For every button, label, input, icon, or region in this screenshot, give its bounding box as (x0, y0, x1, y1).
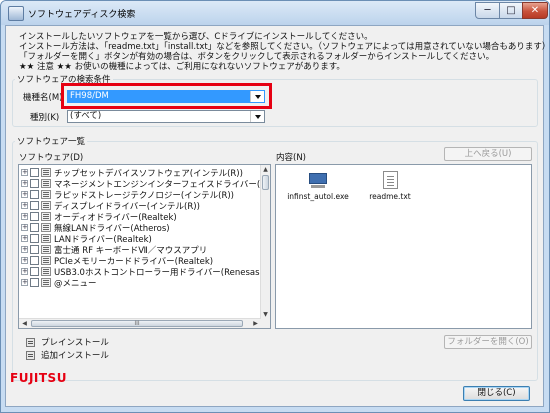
file-name: readme.txt (369, 192, 411, 201)
title-bar[interactable]: ソフトウェアディスク検索 ─ □ ✕ (1, 1, 549, 25)
expand-icon[interactable]: + (21, 279, 28, 286)
minimize-button[interactable]: ─ (475, 2, 500, 19)
dialog-client-area: インストールしたいソフトウェアを一覧から選び、Cドライブにインストールしてくださ… (5, 25, 549, 407)
preinstall-label: プレインストール (41, 338, 109, 348)
item-checkbox[interactable] (30, 278, 39, 287)
text-document-icon (382, 171, 398, 189)
add-install-label: 追加インストール (41, 351, 109, 361)
app-icon (8, 6, 24, 21)
tree-item[interactable]: +USB3.0ホストコントローラー用ドライバー(Renesas Electron… (21, 266, 270, 278)
expand-icon[interactable]: + (21, 169, 28, 176)
chevron-down-icon[interactable] (250, 111, 264, 122)
item-checkbox[interactable] (30, 256, 39, 265)
scroll-left-icon[interactable]: ◀ (21, 320, 28, 327)
installer-icon (307, 171, 329, 189)
scroll-up-icon[interactable]: ▲ (262, 166, 269, 173)
file-item-exe[interactable]: infinst_autol.exe (286, 171, 350, 201)
type-select[interactable]: (すべて) (67, 110, 265, 123)
tree-item-label: @メニュー (54, 278, 97, 289)
vertical-scroll-thumb[interactable] (262, 175, 269, 190)
software-label: ソフトウェア(D) (19, 153, 84, 163)
tree-item[interactable]: + 富士通 RF キーボードⅦ／マウスアプリ (21, 244, 207, 256)
package-icon (41, 190, 51, 199)
scroll-down-icon[interactable]: ▼ (262, 311, 269, 318)
item-checkbox[interactable] (30, 212, 39, 221)
model-label: 機種名(M) (23, 93, 63, 103)
open-folder-button[interactable]: フォルダーを開く(O) (444, 335, 532, 349)
item-checkbox[interactable] (30, 245, 39, 254)
expand-icon[interactable]: + (21, 246, 28, 253)
tree-item[interactable]: + 無線LANドライバー(Atheros) (21, 222, 170, 234)
tree-item[interactable]: + LANドライバー(Realtek) (21, 233, 152, 245)
package-icon (41, 168, 51, 177)
highlight-box (61, 83, 272, 109)
expand-icon[interactable]: + (21, 224, 28, 231)
app-window: ソフトウェアディスク検索 ─ □ ✕ インストールしたいソフトウェアを一覧から選… (0, 0, 550, 413)
package-icon (41, 234, 51, 243)
contents-panel[interactable]: infinst_autol.exe readme.txt (275, 164, 532, 329)
add-install-icon (26, 350, 35, 360)
software-list-title: ソフトウェア一覧 (15, 135, 88, 147)
item-checkbox[interactable] (30, 223, 39, 232)
file-item-readme[interactable]: readme.txt (358, 171, 422, 201)
package-icon (41, 201, 51, 210)
package-icon (41, 256, 51, 265)
tree-item[interactable]: + オーディオドライバー(Realtek) (21, 211, 177, 223)
up-back-button[interactable]: 上へ戻る(U) (444, 147, 532, 161)
instruction-line-4: ★★ 注意 ★★ お使いの機種によっては、ご利用になれないソフトウェアがあります… (19, 62, 345, 72)
package-icon (41, 223, 51, 232)
tree-item[interactable]: + ディスプレイドライバー(インテル(R)) (21, 200, 200, 212)
item-checkbox[interactable] (30, 168, 39, 177)
add-install-option[interactable]: 追加インストール (26, 349, 109, 361)
fujitsu-logo: FUJITSU (10, 371, 67, 385)
close-window-button[interactable]: ✕ (522, 2, 548, 19)
maximize-button[interactable]: □ (499, 2, 523, 19)
horizontal-scroll-thumb[interactable]: III (31, 320, 243, 327)
expand-icon[interactable]: + (21, 191, 28, 198)
package-icon (41, 267, 51, 276)
expand-icon[interactable]: + (21, 180, 28, 187)
preinstall-icon (26, 337, 35, 347)
scroll-corner (261, 319, 270, 328)
window-title: ソフトウェアディスク検索 (28, 10, 136, 20)
file-name: infinst_autol.exe (287, 192, 349, 201)
item-checkbox[interactable] (30, 179, 39, 188)
software-tree[interactable]: + チップセットデバイスソフトウェア(インテル(R)) + マネージメントエンジンイ… (18, 164, 271, 329)
expand-icon[interactable]: + (21, 257, 28, 264)
item-checkbox[interactable] (30, 201, 39, 210)
expand-icon[interactable]: + (21, 268, 28, 275)
tree-item[interactable]: + PCIeメモリーカードドライバー(Realtek) (21, 255, 213, 267)
item-checkbox[interactable] (30, 190, 39, 199)
package-icon (41, 212, 51, 221)
tree-item[interactable]: + @メニュー (21, 277, 97, 289)
package-icon (41, 245, 51, 254)
tree-item[interactable]: + チップセットデバイスソフトウェア(インテル(R)) (21, 167, 243, 179)
scroll-right-icon[interactable]: ▶ (252, 320, 259, 327)
tree-horizontal-scrollbar[interactable]: ◀ III ▶ (19, 318, 261, 328)
expand-icon[interactable]: + (21, 213, 28, 220)
close-button[interactable]: 閉じる(C) (463, 386, 530, 401)
type-select-value: (すべて) (70, 111, 102, 121)
contents-label: 内容(N) (276, 153, 306, 163)
tree-vertical-scrollbar[interactable]: ▲ ▼ (260, 165, 270, 319)
package-icon (41, 179, 51, 188)
item-checkbox[interactable] (30, 234, 39, 243)
expand-icon[interactable]: + (21, 202, 28, 209)
package-icon (41, 278, 51, 287)
item-checkbox[interactable] (30, 267, 39, 276)
tree-item[interactable]: + ラピッドストレージテクノロジー(インテル(R)) (21, 189, 234, 201)
tree-item[interactable]: +マネージメントエンジンインターフェイスドライバー(インテル(R)) (21, 178, 270, 190)
preinstall-option[interactable]: プレインストール (26, 336, 109, 348)
expand-icon[interactable]: + (21, 235, 28, 242)
type-label: 種別(K) (30, 113, 60, 123)
